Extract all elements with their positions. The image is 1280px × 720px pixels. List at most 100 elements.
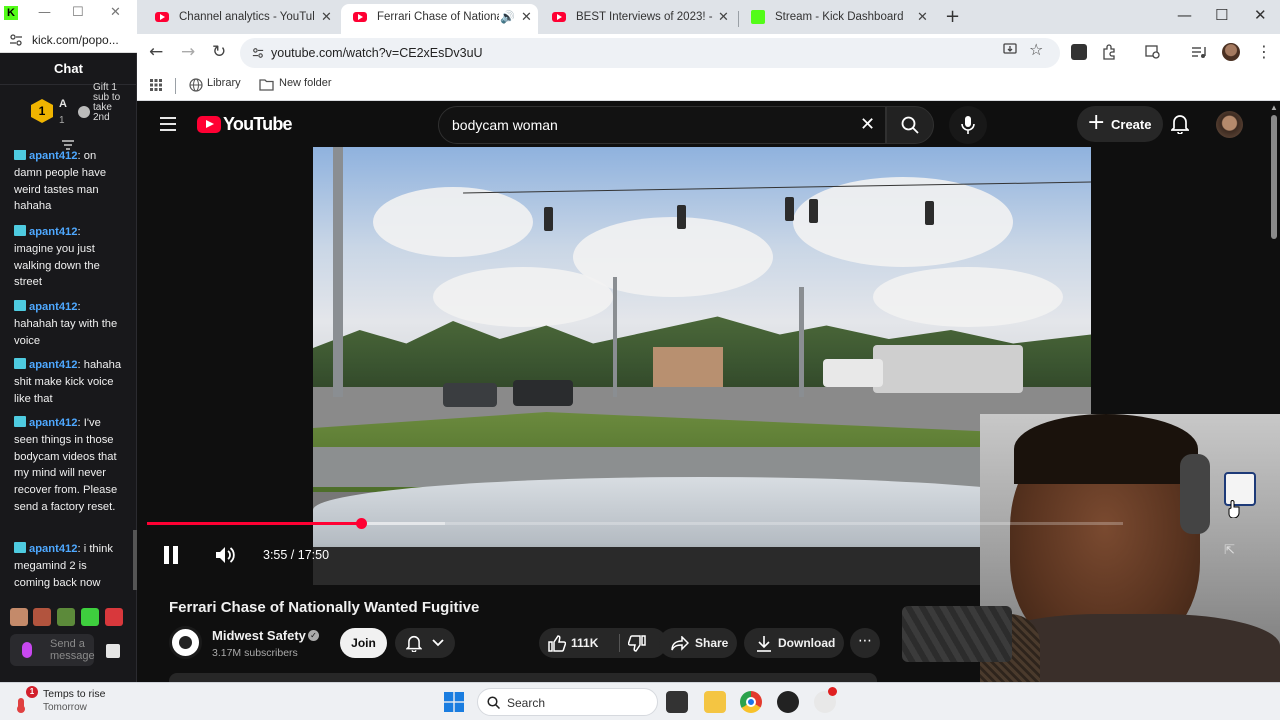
- minimize-icon[interactable]: —: [1177, 6, 1192, 24]
- obs-icon[interactable]: [777, 691, 799, 713]
- chat-username[interactable]: apant412: [29, 226, 78, 238]
- emote-icon[interactable]: [81, 608, 99, 626]
- taskbar-search[interactable]: Search: [477, 688, 658, 716]
- chat-input-placeholder: Send a message: [50, 638, 95, 662]
- minimize-icon[interactable]: —: [38, 5, 51, 20]
- bookmark-star-icon[interactable]: ☆: [1029, 40, 1043, 59]
- hamburger-menu-icon[interactable]: [159, 116, 177, 132]
- windows-start-icon[interactable]: [444, 692, 464, 712]
- share-icon: [671, 636, 689, 651]
- subscriber-badge-icon: [14, 150, 26, 160]
- emote-icon[interactable]: [10, 608, 28, 626]
- chat-username[interactable]: apant412: [29, 301, 78, 313]
- video-frame[interactable]: [313, 147, 1091, 585]
- chrome-icon[interactable]: [740, 691, 762, 713]
- bookmark-library[interactable]: Library: [207, 77, 241, 89]
- time-display: 3:55 / 17:50: [263, 548, 330, 562]
- chat-username[interactable]: apant412: [29, 150, 78, 162]
- weather-subtitle[interactable]: Tomorrow: [43, 702, 87, 713]
- channel-name[interactable]: Midwest Safety: [212, 628, 306, 643]
- share-button[interactable]: Share: [659, 628, 737, 658]
- download-button[interactable]: Download: [744, 628, 844, 658]
- bookmark-new-folder[interactable]: New folder: [279, 77, 332, 89]
- notifications-bell-icon[interactable]: [1171, 114, 1189, 134]
- like-count[interactable]: 111K: [571, 636, 598, 650]
- volume-icon[interactable]: [214, 545, 236, 565]
- pause-icon[interactable]: [162, 544, 180, 566]
- tab-close-icon[interactable]: ✕: [321, 10, 332, 25]
- maximize-icon[interactable]: ☐: [72, 5, 84, 20]
- tab-search-icon[interactable]: [1145, 44, 1161, 60]
- address-bar[interactable]: youtube.com/watch?v=CE2xEsDv3uU: [240, 38, 1060, 68]
- folder-icon[interactable]: [704, 691, 726, 713]
- site-settings-icon[interactable]: [9, 33, 23, 47]
- microphone-icon: [961, 116, 975, 134]
- tab-title: Stream - Kick Dashboard: [775, 11, 904, 23]
- create-button[interactable]: + Create: [1077, 106, 1163, 142]
- channel-avatar[interactable]: [169, 626, 202, 659]
- chrome-menu-icon[interactable]: ⋮: [1256, 42, 1272, 61]
- back-icon[interactable]: ←: [149, 42, 163, 62]
- video-cloud: [873, 267, 1063, 327]
- chrome-profile-avatar[interactable]: [1222, 43, 1240, 61]
- gift-sub-text[interactable]: Gift 1 sub to take 2nd: [93, 83, 123, 123]
- install-app-icon[interactable]: [1003, 43, 1017, 56]
- chevron-down-icon: [432, 639, 444, 647]
- scroll-up-icon[interactable]: ▲: [1270, 103, 1278, 112]
- tab-audio-icon[interactable]: 🔊: [500, 10, 515, 24]
- search-button[interactable]: [886, 106, 934, 144]
- more-actions-icon[interactable]: ⋯: [850, 628, 880, 658]
- emote-icon[interactable]: [33, 608, 51, 626]
- tab-close-icon[interactable]: ✕: [718, 10, 729, 25]
- video-car: [823, 359, 883, 387]
- tab-best-interviews[interactable]: BEST Interviews of 2023! - YouTube ✕: [540, 4, 736, 34]
- media-control-icon[interactable]: [1191, 44, 1207, 60]
- recommended-video-thumbnail[interactable]: [902, 606, 1012, 662]
- extensions-puzzle-icon[interactable]: [1101, 44, 1117, 60]
- chat-message: apant412: hahaha shit make kick voice li…: [14, 358, 122, 405]
- user-avatar[interactable]: [1216, 111, 1243, 138]
- chat-message: apant412: on damn people have weird tast…: [14, 150, 107, 213]
- page-scrollbar[interactable]: [1271, 115, 1277, 239]
- like-icon[interactable]: [548, 635, 566, 652]
- new-tab-icon[interactable]: +: [945, 6, 960, 27]
- miniplayer-icon[interactable]: ⇱: [1224, 543, 1235, 558]
- tab-kick-dashboard[interactable]: Stream - Kick Dashboard ✕: [739, 4, 935, 34]
- youtube-logo-icon[interactable]: [197, 116, 221, 133]
- close-icon[interactable]: ✕: [110, 5, 121, 20]
- tab-channel-analytics[interactable]: Channel analytics - YouTube Studio ✕: [143, 4, 339, 34]
- emote-picker-icon[interactable]: [106, 644, 120, 658]
- chat-username[interactable]: apant412: [29, 359, 78, 371]
- extension-icon[interactable]: [1071, 44, 1087, 60]
- emote-icon[interactable]: [57, 608, 75, 626]
- close-icon[interactable]: ✕: [1254, 6, 1267, 24]
- youtube-logo-text[interactable]: YouTube: [223, 114, 293, 135]
- site-info-icon[interactable]: [252, 47, 264, 59]
- tab-close-icon[interactable]: ✕: [521, 10, 532, 25]
- voice-search-button[interactable]: [949, 106, 987, 144]
- apps-grid-icon[interactable]: [149, 78, 163, 92]
- microphone-icon[interactable]: [22, 642, 32, 658]
- forward-icon[interactable]: →: [181, 42, 195, 62]
- tab-ferrari-chase[interactable]: Ferrari Chase of Nationally Wanted Fugit…: [341, 4, 538, 34]
- tab-close-icon[interactable]: ✕: [917, 10, 928, 25]
- clear-search-icon[interactable]: ✕: [860, 114, 875, 135]
- subscription-notifications-button[interactable]: [395, 628, 455, 658]
- tab-strip: Channel analytics - YouTube Studio ✕ Fer…: [137, 0, 1280, 34]
- weather-title[interactable]: Temps to rise: [43, 688, 105, 700]
- filter-icon[interactable]: [61, 140, 75, 150]
- emote-icon[interactable]: [105, 608, 123, 626]
- chat-message: apant412: i think megamind 2 is coming b…: [14, 542, 113, 589]
- game-icon[interactable]: [814, 687, 837, 713]
- file-explorer-icon[interactable]: [666, 691, 688, 713]
- description-box[interactable]: [169, 673, 877, 682]
- chat-username[interactable]: apant412: [29, 543, 78, 555]
- search-input[interactable]: bodycam woman ✕: [438, 106, 886, 144]
- join-button[interactable]: Join: [340, 628, 387, 658]
- chat-username[interactable]: apant412: [29, 417, 78, 429]
- kick-url: kick.com/popo...: [32, 33, 119, 47]
- maximize-icon[interactable]: ☐: [1215, 6, 1228, 24]
- dislike-icon[interactable]: [628, 635, 646, 652]
- reload-icon[interactable]: ↻: [212, 42, 226, 62]
- kick-url-bar[interactable]: kick.com/popo...: [0, 27, 137, 53]
